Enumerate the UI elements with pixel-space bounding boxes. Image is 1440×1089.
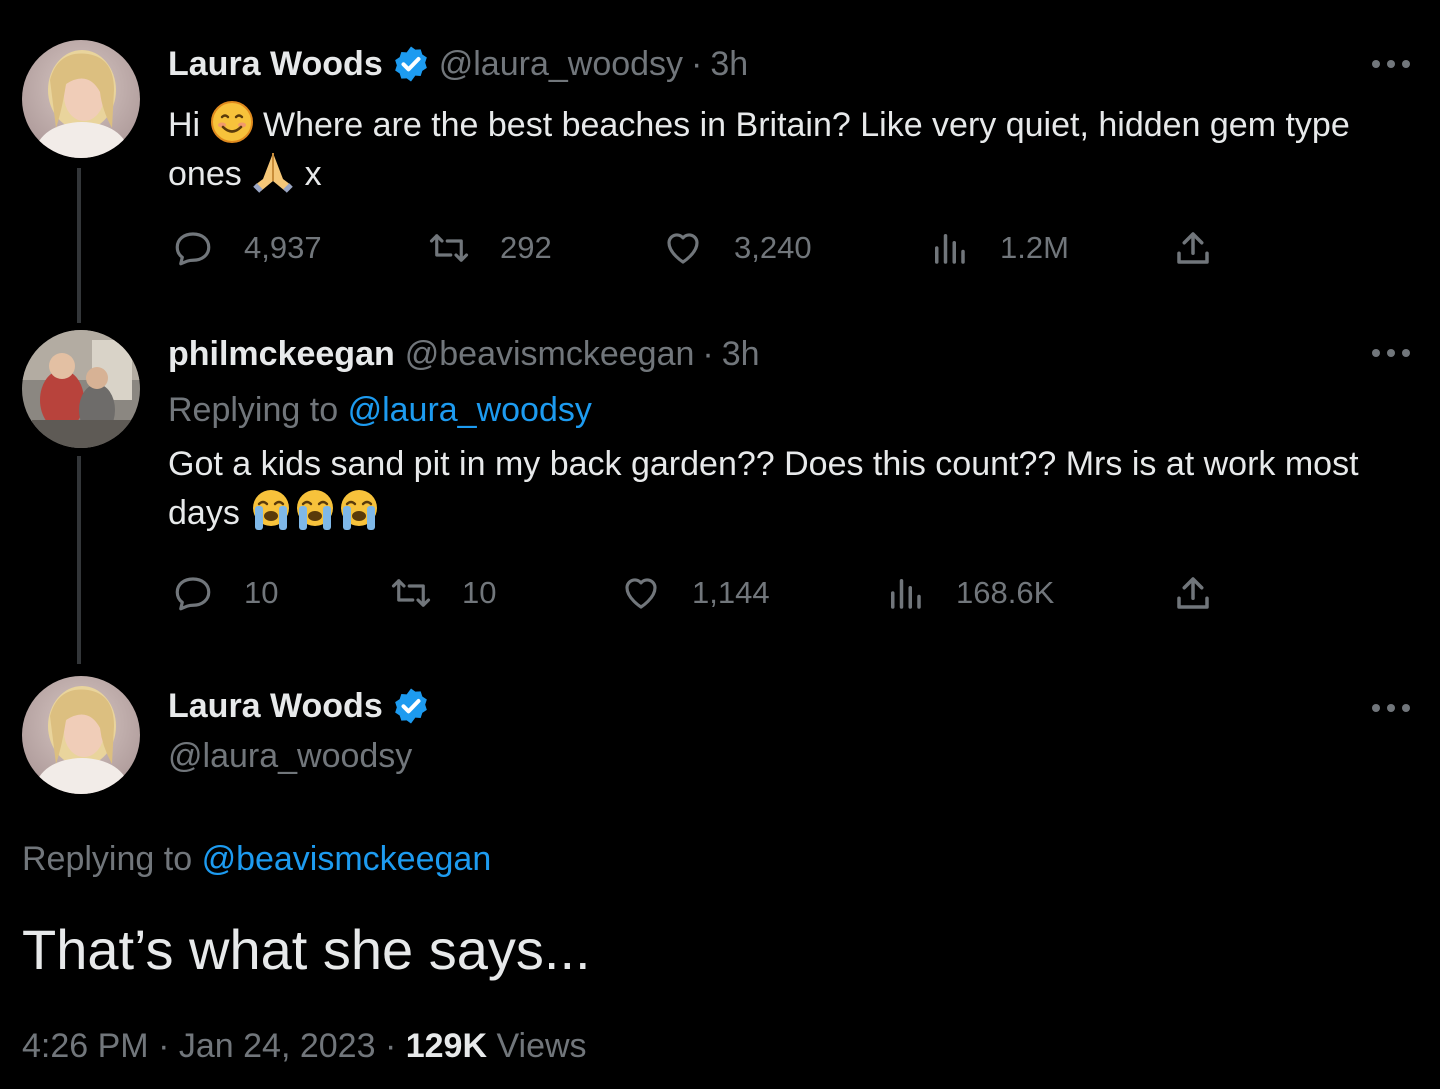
replying-to: Replying to @beavismckeegan — [22, 835, 491, 883]
display-name[interactable]: Laura Woods — [168, 44, 383, 84]
retweet-icon — [391, 579, 431, 607]
handle[interactable]: @beavismckeegan — [405, 334, 695, 374]
loudly-crying-face-emoji — [337, 488, 381, 532]
avatar[interactable] — [22, 330, 140, 448]
thread-connector-line — [77, 168, 81, 323]
avatar[interactable] — [22, 676, 140, 794]
display-name[interactable]: philmckeegan — [168, 334, 395, 374]
tweet-time[interactable]: 4:26 PM — [22, 1027, 149, 1065]
reply-count: 10 — [244, 575, 279, 610]
folded-hands-emoji — [251, 149, 295, 193]
timestamp[interactable]: 3h — [710, 44, 748, 84]
heart-icon — [625, 578, 657, 609]
separator-dot: · — [384, 1027, 397, 1065]
views-label: Views — [496, 1027, 587, 1065]
loudly-crying-face-emoji — [249, 488, 293, 532]
retweet-count: 292 — [500, 230, 552, 265]
thread-connector-line — [77, 456, 81, 664]
replying-to: Replying to @laura_woodsy — [168, 386, 1380, 434]
views-count: 168.6K — [956, 575, 1055, 610]
like-button[interactable]: 3,240 — [662, 226, 812, 270]
views-bar-chart-icon — [935, 234, 965, 264]
separator-dot: · — [691, 45, 703, 83]
share-upload-icon — [1177, 577, 1209, 609]
more-horizontal-icon[interactable] — [1370, 58, 1412, 70]
reply-bubble-icon — [175, 577, 211, 611]
views-bar-chart-icon — [891, 579, 921, 609]
tweet-text-part: Where are the best beaches in Britain? L… — [168, 106, 1350, 193]
retweet-count: 10 — [462, 575, 497, 610]
retweet-icon — [429, 234, 469, 262]
more-horizontal-icon[interactable] — [1370, 347, 1412, 359]
mention-link[interactable]: @beavismckeegan — [202, 840, 492, 878]
views-button[interactable]: 168.6K — [884, 571, 1054, 615]
avatar[interactable] — [22, 40, 140, 158]
share-upload-icon — [1177, 232, 1209, 264]
like-button[interactable]: 1,144 — [620, 571, 770, 615]
verified-badge-icon — [391, 686, 431, 726]
retweet-button[interactable]: 292 — [428, 226, 552, 270]
main-tweet-text: That’s what she says... — [22, 918, 591, 981]
separator-dot: · — [702, 335, 714, 373]
tweet-text: Hi Where are the best beaches in Britain… — [168, 100, 1380, 198]
smiling-face-emoji — [210, 100, 254, 144]
share-button[interactable] — [1172, 571, 1214, 615]
tweet-meta-footer: 4:26 PM · Jan 24, 2023 · 129K Views — [22, 1024, 587, 1068]
tweet-actions: 10 10 1,144 168.6K — [168, 571, 1228, 615]
like-count: 1,144 — [692, 575, 770, 610]
tweet-text-part: Hi — [168, 106, 201, 144]
retweet-button[interactable]: 10 — [390, 571, 496, 615]
views-count: 1.2M — [1000, 230, 1069, 265]
display-name[interactable]: Laura Woods — [168, 686, 383, 726]
handle[interactable]: @laura_woodsy — [168, 736, 412, 776]
handle[interactable]: @laura_woodsy — [439, 44, 683, 84]
views-count: 129K — [405, 1027, 487, 1065]
tweet-actions: 4,937 292 3,240 1.2M — [168, 226, 1228, 270]
reply-count: 4,937 — [244, 230, 322, 265]
like-count: 3,240 — [734, 230, 812, 265]
replying-to-label: Replying to — [22, 840, 193, 878]
mention-link[interactable]: @laura_woodsy — [348, 391, 592, 429]
reply-bubble-icon — [175, 232, 211, 266]
views-button[interactable]: 1.2M — [928, 226, 1069, 270]
timestamp[interactable]: 3h — [722, 334, 760, 374]
tweet-text: Got a kids sand pit in my back garden?? … — [168, 440, 1380, 537]
loudly-crying-face-emoji — [293, 488, 337, 532]
reply-button[interactable]: 4,937 — [172, 226, 322, 270]
share-button[interactable] — [1172, 226, 1214, 270]
tweet-text-part: x — [304, 155, 322, 193]
separator-dot: · — [158, 1027, 170, 1065]
verified-badge-icon — [391, 44, 431, 84]
tweet-date[interactable]: Jan 24, 2023 — [179, 1027, 376, 1065]
more-horizontal-icon[interactable] — [1370, 702, 1412, 714]
reply-button[interactable]: 10 — [172, 571, 278, 615]
replying-to-label: Replying to — [168, 391, 339, 429]
heart-icon — [667, 233, 699, 264]
